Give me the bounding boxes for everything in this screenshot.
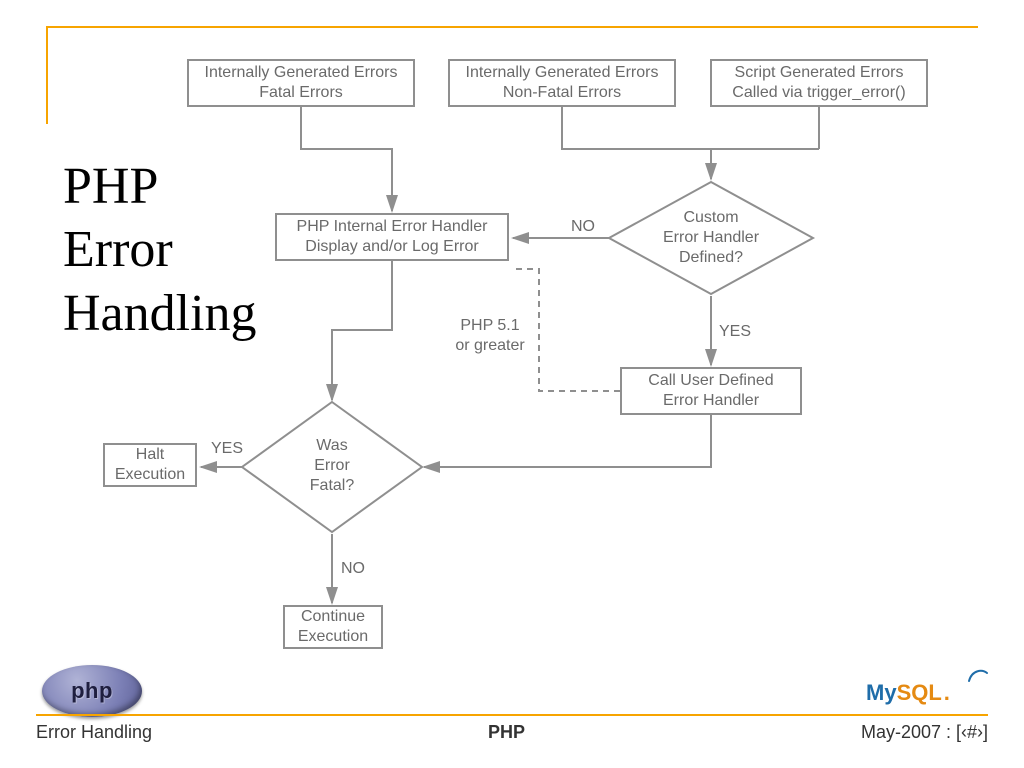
php-logo-ellipse: php <box>42 665 142 717</box>
flowchart: Internally Generated Errors Fatal Errors… <box>0 0 1024 768</box>
footer-center: PHP <box>488 722 525 743</box>
mysql-logo-dot: . <box>944 680 950 706</box>
edge-label-yes: YES <box>211 440 243 458</box>
edge-label-yes: YES <box>719 323 751 341</box>
footer-left: Error Handling <box>36 722 152 743</box>
footer-right: May-2007 : [‹#›] <box>861 722 988 743</box>
php-logo: php <box>40 664 144 718</box>
mysql-logo-my: My <box>866 680 897 706</box>
mysql-swoosh-icon <box>968 668 988 682</box>
footer-separator <box>36 714 988 716</box>
note-text: PHP 5.1 <box>460 317 519 334</box>
edge-note-php51: PHP 5.1 or greater <box>445 316 535 356</box>
php-logo-text: php <box>71 678 113 704</box>
edge-label-no: NO <box>571 218 595 236</box>
note-text: or greater <box>455 337 524 354</box>
edge-label-no: NO <box>341 560 365 578</box>
footer: Error Handling PHP May-2007 : [‹#›] <box>36 722 988 743</box>
mysql-logo: My SQL . <box>866 676 986 710</box>
flow-connectors <box>0 0 1024 768</box>
mysql-logo-sql: SQL <box>897 680 942 706</box>
slide: PHP Error Handling Internally Generated … <box>0 0 1024 768</box>
